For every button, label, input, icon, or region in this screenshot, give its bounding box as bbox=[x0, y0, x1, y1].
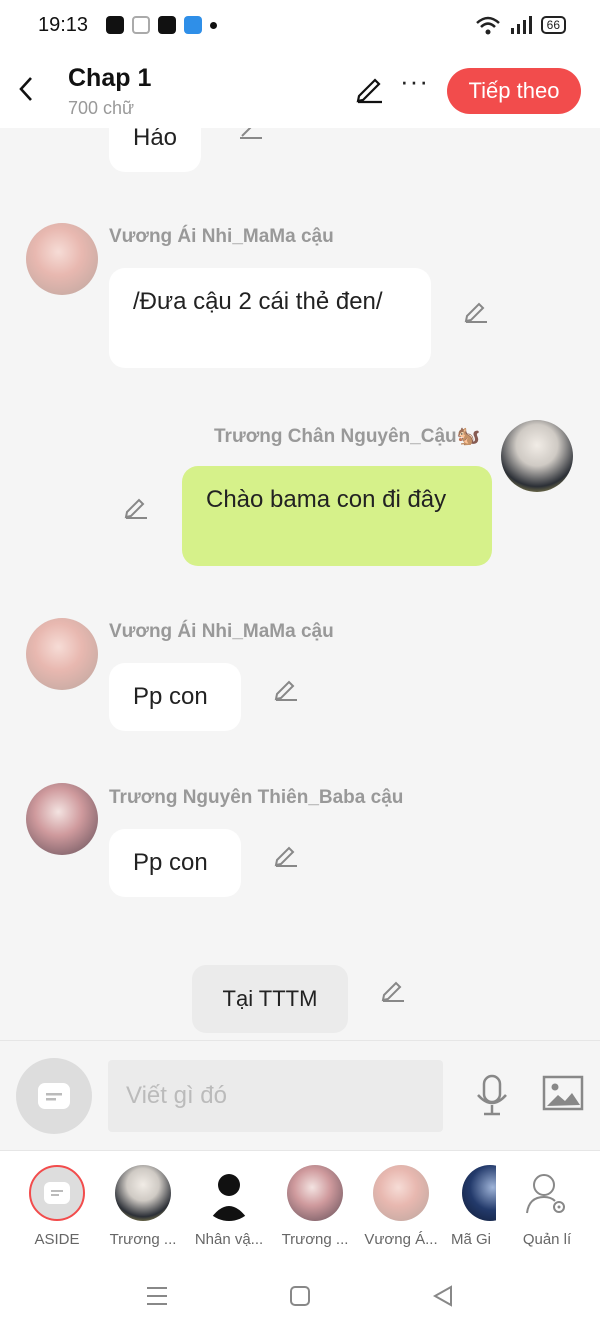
message-bubble[interactable]: Pp con bbox=[109, 829, 241, 897]
notification-icons bbox=[106, 16, 217, 34]
clock: 19:13 bbox=[38, 14, 89, 36]
message-bubble[interactable]: /Đưa cậu 2 cái thẻ đen/ bbox=[109, 268, 431, 368]
menu-icon[interactable] bbox=[145, 1284, 169, 1308]
edit-message-icon[interactable] bbox=[123, 494, 149, 520]
shopee-icon bbox=[158, 16, 176, 34]
wifi-icon bbox=[475, 16, 500, 35]
edit-message-icon[interactable] bbox=[463, 298, 489, 324]
zalo-icon bbox=[106, 16, 124, 34]
message-input[interactable] bbox=[108, 1060, 443, 1132]
character-item[interactable]: Mã Gi bbox=[446, 1165, 496, 1248]
avatar bbox=[462, 1165, 496, 1221]
character-label: Vương Á... bbox=[364, 1231, 438, 1248]
home-icon[interactable] bbox=[288, 1284, 312, 1308]
message-text: /Đưa cậu 2 cái thẻ đen/ bbox=[133, 288, 383, 315]
character-label: Nhân vậ... bbox=[194, 1231, 264, 1248]
message-bubble[interactable]: Pp con bbox=[109, 663, 241, 731]
sender-name: Trương Chân Nguyên_Cậu🐿️ bbox=[214, 426, 481, 447]
character-label: Trương ... bbox=[281, 1231, 349, 1248]
edit-message-icon[interactable] bbox=[380, 977, 406, 1003]
edit-message-icon[interactable] bbox=[273, 842, 299, 868]
edit-message-icon[interactable] bbox=[238, 128, 264, 140]
message-bubble[interactable]: Háo bbox=[109, 128, 202, 172]
message-text: Chào bama con đi đây bbox=[206, 486, 447, 513]
message-text: Háo bbox=[133, 128, 178, 151]
character-item[interactable]: Nhân vậ... bbox=[189, 1165, 269, 1248]
dot-icon bbox=[210, 21, 217, 29]
avatar[interactable] bbox=[26, 618, 98, 690]
aside-toggle-button[interactable] bbox=[16, 1058, 92, 1134]
back-icon[interactable] bbox=[431, 1284, 455, 1308]
gamepad-icon bbox=[132, 16, 150, 34]
character-label: ASIDE bbox=[34, 1231, 80, 1248]
page-title: Chap 1 bbox=[68, 64, 152, 92]
sender-name: Vương Ái Nhi_MaMa cậu bbox=[109, 621, 334, 642]
character-bar: ASIDE Trương ... Nhân vậ... Trương ... V… bbox=[0, 1150, 600, 1260]
aside-icon bbox=[29, 1165, 85, 1221]
message-text: Tại TTTM bbox=[222, 986, 318, 1011]
word-count: 700 chữ bbox=[68, 98, 135, 118]
next-button[interactable]: Tiếp theo bbox=[447, 68, 581, 114]
character-item[interactable]: Trương ... bbox=[103, 1165, 183, 1248]
avatar[interactable] bbox=[501, 420, 573, 492]
chat-list[interactable]: Háo Vương Ái Nhi_MaMa cậu /Đưa cậu 2 cái… bbox=[0, 128, 600, 1040]
avatar bbox=[373, 1165, 429, 1221]
message-bubble[interactable]: Chào bama con đi đây bbox=[182, 466, 492, 566]
signal-icon bbox=[510, 16, 532, 34]
avatar bbox=[287, 1165, 343, 1221]
message-text: Pp con bbox=[133, 849, 208, 876]
narration-bubble[interactable]: Tại TTTM bbox=[192, 965, 348, 1033]
sender-name: Vương Ái Nhi_MaMa cậu bbox=[109, 226, 334, 247]
blue-app-icon bbox=[184, 16, 202, 34]
battery-indicator: 66 bbox=[540, 16, 566, 34]
user-settings-icon bbox=[526, 1174, 565, 1214]
edit-icon[interactable] bbox=[354, 74, 384, 104]
sender-name: Trương Nguyên Thiên_Baba cậu bbox=[109, 787, 404, 808]
manage-button[interactable]: Quản lí bbox=[507, 1165, 587, 1248]
chat-box-icon bbox=[38, 1083, 70, 1109]
status-bar: 19:13 66 bbox=[0, 0, 600, 52]
character-label: Trương ... bbox=[109, 1231, 177, 1248]
chapter-header: Chap 1 700 chữ ··· Tiếp theo bbox=[0, 52, 600, 128]
microphone-icon[interactable] bbox=[474, 1073, 510, 1119]
message-text: Pp con bbox=[133, 683, 208, 710]
more-options-icon[interactable]: ··· bbox=[400, 68, 429, 94]
system-nav-bar bbox=[0, 1260, 600, 1333]
edit-message-icon[interactable] bbox=[273, 676, 299, 702]
back-arrow-icon[interactable] bbox=[14, 74, 38, 104]
avatar[interactable] bbox=[26, 223, 98, 295]
silhouette-avatar-icon bbox=[201, 1165, 257, 1221]
character-item[interactable]: Trương ... bbox=[275, 1165, 355, 1248]
character-label: Quản lí bbox=[522, 1231, 572, 1248]
avatar[interactable] bbox=[26, 783, 98, 855]
character-label: Mã Gi bbox=[450, 1231, 491, 1248]
message-composer bbox=[0, 1040, 600, 1150]
character-aside[interactable]: ASIDE bbox=[17, 1165, 97, 1248]
avatar bbox=[115, 1165, 171, 1221]
image-icon[interactable] bbox=[542, 1075, 584, 1113]
character-item[interactable]: Vương Á... bbox=[361, 1165, 441, 1248]
